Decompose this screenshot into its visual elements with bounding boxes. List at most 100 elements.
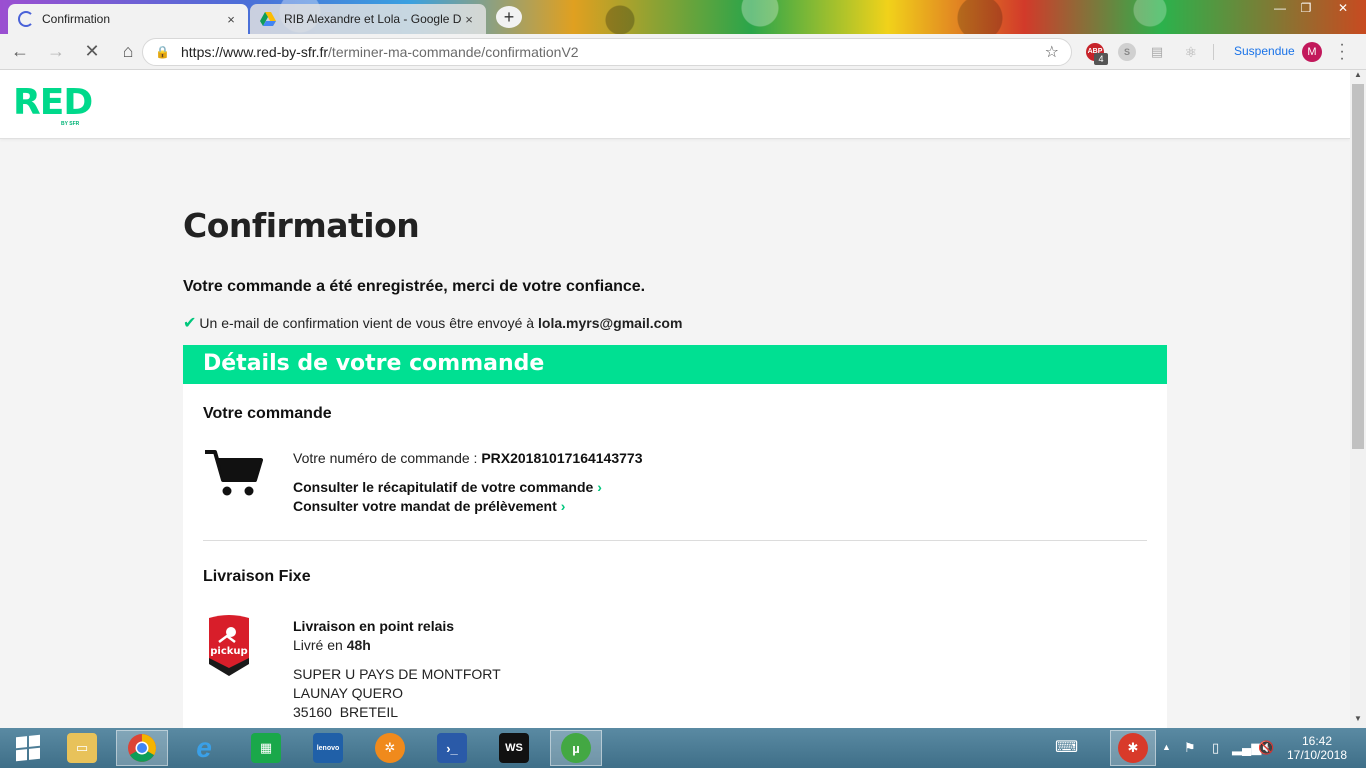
browser-tabstrip: Confirmation × RIB Alexandre et Lola - G…	[0, 0, 1366, 34]
action-center-flag-icon[interactable]: ⚑	[1184, 740, 1196, 756]
google-drive-icon	[260, 12, 276, 26]
touch-keyboard-icon[interactable]: ⌨	[1055, 737, 1078, 757]
windows-store-icon: ▦	[251, 733, 281, 763]
volume-muted-icon[interactable]: 🔇	[1258, 740, 1274, 756]
page-scrollbar[interactable]: ▲ ▼	[1350, 70, 1366, 728]
order-number-value: PRX20181017164143773	[481, 450, 643, 466]
file-explorer-icon: ▭	[67, 733, 97, 763]
tray-app-icon: ✱	[1118, 733, 1148, 763]
tab-close-icon[interactable]: ×	[462, 12, 476, 27]
lock-icon: 🔒	[155, 45, 170, 59]
order-section-title: Votre commande	[203, 405, 332, 422]
scroll-down-arrow-icon[interactable]: ▼	[1350, 714, 1366, 728]
powershell-icon: ›_	[437, 733, 467, 763]
red-by-sfr-logo[interactable]: RED BY SFR	[13, 82, 93, 128]
start-button[interactable]	[2, 730, 54, 766]
confirmation-content: Confirmation Votre commande a été enregi…	[183, 206, 1167, 728]
scroll-up-arrow-icon[interactable]: ▲	[1350, 70, 1366, 84]
system-clock[interactable]: 16:42 17/10/2018	[1282, 734, 1352, 762]
logo-sub-text: BY SFR	[61, 121, 80, 127]
network-signal-icon[interactable]: ▂▄▆	[1232, 740, 1261, 756]
clock-time: 16:42	[1301, 734, 1333, 748]
shopping-cart-icon	[205, 450, 263, 496]
document-extension-icon[interactable]: ▤	[1148, 43, 1166, 61]
profile-status[interactable]: Suspendue	[1234, 44, 1295, 58]
toolbar-separator	[1213, 44, 1214, 60]
order-recap-link-label: Consulter le récapitulatif de votre comm…	[293, 479, 594, 495]
order-number-line: Votre numéro de commande : PRX2018101716…	[293, 450, 642, 466]
taskbar-utorrent[interactable]: µ	[550, 730, 602, 766]
tab-title: RIB Alexandre et Lola - Google D	[284, 12, 462, 26]
scrollbar-thumb[interactable]	[1352, 84, 1364, 449]
delivery-section-title: Livraison Fixe	[203, 568, 311, 585]
relay-city: 35160 BRETEIL	[293, 704, 399, 720]
maximize-window-button[interactable]: ❐	[1292, 0, 1320, 18]
taskbar-internet-explorer[interactable]: e	[178, 730, 230, 766]
windows-taskbar: ▭ e ▦ lenovo ✲ ›_ WS µ ⌨ ✱ ▲ ⚑ ▯ ▂▄▆ 🔇 1…	[0, 728, 1366, 768]
url-host: https://www.red-by-sfr.fr	[181, 44, 329, 60]
delivery-time-label: Livré en	[293, 637, 343, 653]
home-button[interactable]: ⌂	[112, 36, 144, 68]
email-note-text: Un e-mail de confirmation vient de vous …	[199, 315, 535, 331]
minimize-window-button[interactable]: —	[1266, 0, 1294, 18]
page-title: Confirmation	[183, 206, 420, 245]
tab-title: Confirmation	[42, 12, 111, 26]
order-number-label: Votre numéro de commande :	[293, 450, 478, 466]
taskbar-powershell[interactable]: ›_	[426, 730, 478, 766]
relay-name: SUPER U PAYS DE MONTFORT	[293, 666, 501, 682]
mandate-link-label: Consulter votre mandat de prélèvement	[293, 498, 557, 514]
email-address: lola.myrs@gmail.com	[538, 315, 683, 331]
delivery-type: Livraison en point relais	[293, 618, 455, 634]
lenovo-icon: lenovo	[313, 733, 343, 763]
settings-wheel-icon: ✲	[375, 733, 405, 763]
url-text: https://www.red-by-sfr.fr/terminer-ma-co…	[181, 44, 1045, 60]
clock-date: 17/10/2018	[1286, 748, 1348, 762]
chevron-right-icon: ›	[597, 479, 602, 495]
chrome-icon	[128, 734, 156, 762]
section-divider	[203, 540, 1147, 541]
bookmark-star-icon[interactable]: ☆	[1045, 42, 1059, 62]
delivery-time-value: 48h	[346, 637, 371, 653]
battery-icon[interactable]: ▯	[1212, 740, 1219, 756]
pickup-logo-text: pickup	[210, 646, 247, 657]
tab-google-drive[interactable]: RIB Alexandre et Lola - Google D ×	[250, 4, 486, 34]
adblock-count-badge: 4	[1094, 53, 1108, 65]
url-path: /terminer-ma-commande/confirmationV2	[328, 44, 579, 60]
taskbar-tray-app[interactable]: ✱	[1110, 730, 1156, 766]
skype-extension-icon[interactable]: S	[1118, 43, 1136, 61]
browser-toolbar: ← → ✕ ⌂ 🔒 https://www.red-by-sfr.fr/term…	[0, 34, 1366, 70]
back-button[interactable]: ←	[4, 36, 36, 68]
address-bar[interactable]: 🔒 https://www.red-by-sfr.fr/terminer-ma-…	[142, 38, 1072, 66]
pickup-logo-icon: pickup	[209, 615, 249, 676]
site-header: RED BY SFR	[0, 70, 1350, 139]
taskbar-store[interactable]: ▦	[240, 730, 292, 766]
order-recap-link[interactable]: Consulter le récapitulatif de votre comm…	[293, 479, 602, 495]
email-confirmation-note: ✔ Un e-mail de confirmation vient de vou…	[183, 313, 682, 333]
taskbar-chrome[interactable]	[116, 730, 168, 766]
loading-spinner-icon	[18, 11, 34, 27]
taskbar-app-orange[interactable]: ✲	[364, 730, 416, 766]
show-hidden-icons-chevron-icon[interactable]: ▲	[1162, 742, 1171, 752]
taskbar-lenovo[interactable]: lenovo	[302, 730, 354, 766]
react-devtools-extension-icon[interactable]: ⚛	[1182, 43, 1200, 61]
internet-explorer-icon: e	[196, 732, 212, 763]
order-details-card: Votre commande Votre numéro de commande …	[183, 384, 1167, 728]
close-window-button[interactable]: ✕	[1320, 0, 1366, 18]
forward-button[interactable]: →	[40, 36, 72, 68]
order-details-heading: Détails de votre commande	[203, 351, 545, 376]
stop-loading-button[interactable]: ✕	[76, 36, 108, 68]
profile-avatar[interactable]: M	[1302, 42, 1322, 62]
web-page: RED BY SFR Confirmation Votre commande a…	[0, 70, 1350, 728]
mandate-link[interactable]: Consulter votre mandat de prélèvement ›	[293, 498, 565, 514]
taskbar-webstorm[interactable]: WS	[488, 730, 540, 766]
tab-close-icon[interactable]: ×	[224, 12, 238, 27]
tab-confirmation[interactable]: Confirmation ×	[8, 4, 248, 34]
logo-main-text: RED	[13, 82, 93, 123]
delivery-time-line: Livré en 48h	[293, 637, 371, 653]
browser-menu-icon[interactable]: · · ·	[1336, 37, 1348, 67]
order-details-banner: Détails de votre commande	[183, 345, 1167, 384]
taskbar-file-explorer[interactable]: ▭	[56, 730, 108, 766]
webstorm-icon: WS	[499, 733, 529, 763]
chevron-right-icon: ›	[560, 498, 566, 514]
new-tab-button[interactable]: +	[496, 6, 522, 28]
